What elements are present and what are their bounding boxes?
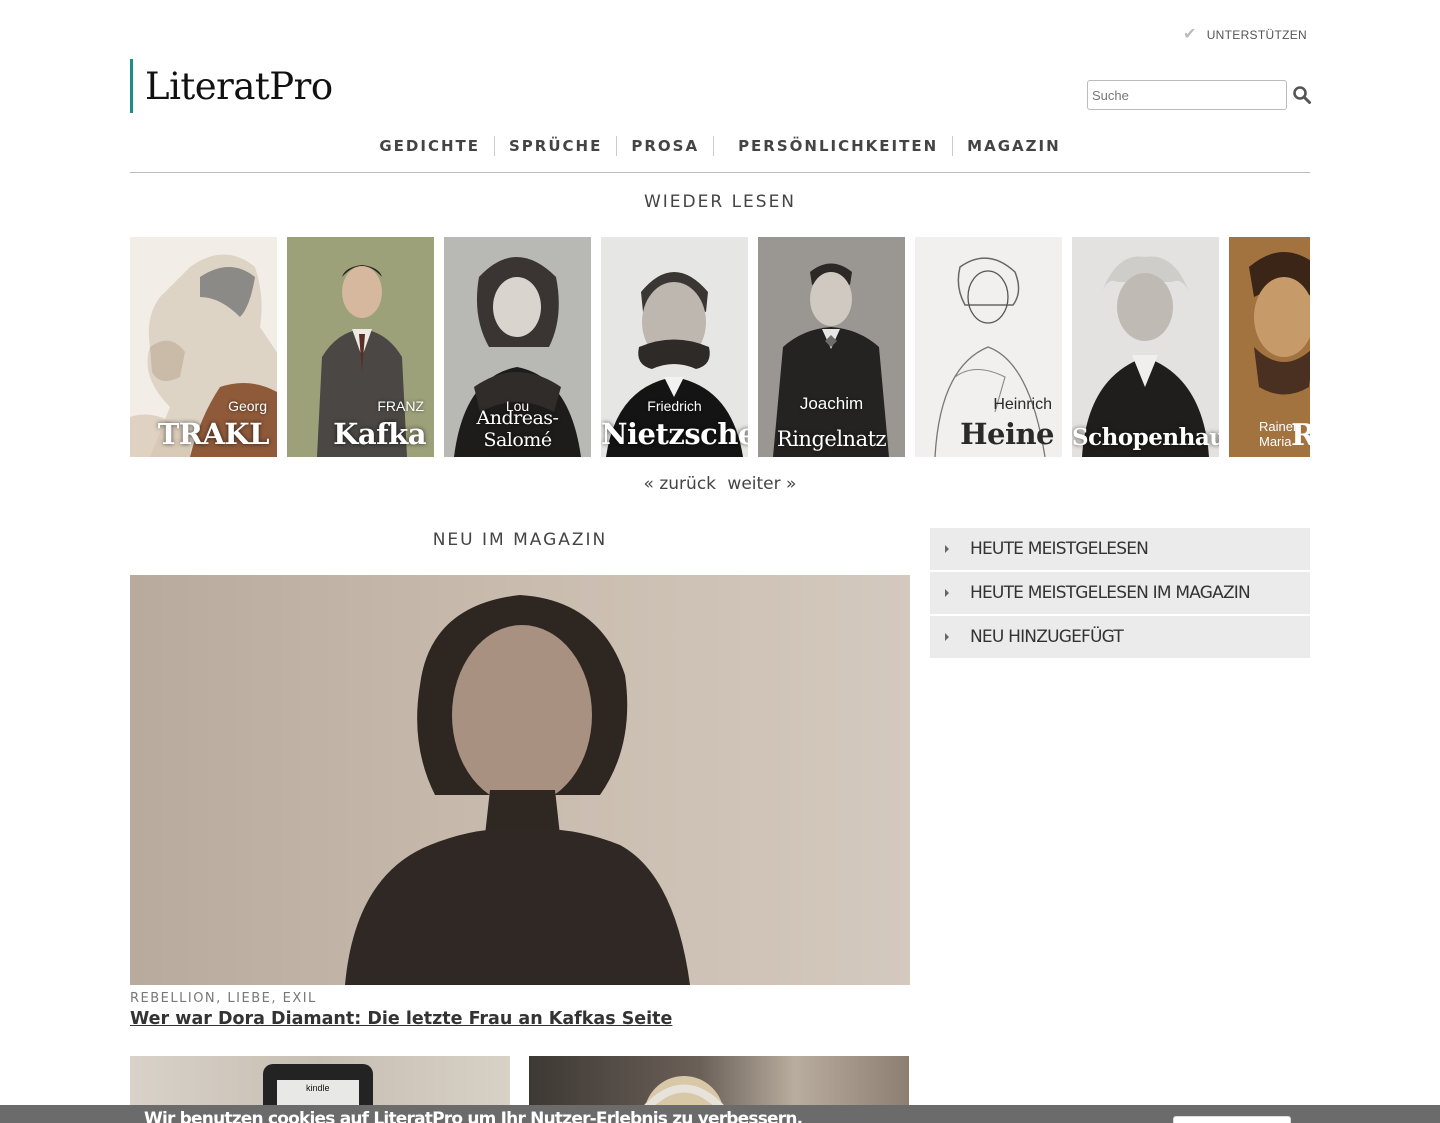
sidebar-item-label: HEUTE MEISTGELESEN IM MAGAZIN (970, 583, 1251, 603)
main-nav: GEDICHTE SPRÜCHE PROSA PERSÖNLICHKEITEN … (0, 136, 1440, 156)
caret-right-icon (945, 633, 949, 641)
nav-magazin[interactable]: MAGAZIN (953, 137, 1074, 155)
author-card-kafka[interactable]: FRANZ Kafka (287, 237, 434, 457)
carousel-prev-button[interactable]: « zurück (644, 474, 716, 494)
magazine-title: NEU IM MAGAZIN (432, 530, 608, 550)
author-carousel: Georg TRAKL FRANZ Kafka Lou Andreas-Salo… (130, 237, 1310, 457)
logo-text: LiteratPro (145, 64, 333, 108)
author-first-name: Heinrich (993, 396, 1052, 413)
sidebar: HEUTE MEISTGELESEN HEUTE MEISTGELESEN IM… (930, 528, 1310, 660)
sidebar-item-neu-hinzugefuegt[interactable]: NEU HINZUGEFÜGT (930, 616, 1310, 658)
nav-divider (713, 136, 715, 156)
cookie-accept-button[interactable] (1173, 1116, 1291, 1123)
author-first-name: Georg (228, 398, 267, 414)
kindle-label: kindle (306, 1083, 330, 1093)
sidebar-item-meistgelesen[interactable]: HEUTE MEISTGELESEN (930, 528, 1310, 570)
featured-article-image[interactable] (130, 575, 910, 985)
author-last-name: Heine (960, 417, 1054, 451)
author-last-name: Andreas-Salomé (476, 407, 559, 451)
author-last-name: Kafka (333, 417, 426, 451)
reread-title: WIEDER LESEN (643, 192, 797, 212)
article-tags: REBELLION, LIEBE, EXIL (130, 991, 317, 1006)
author-first-name: Friedrich (647, 398, 702, 414)
support-link[interactable]: ✔ UNTERSTÜTZEN (1183, 27, 1307, 43)
search-form (1087, 80, 1312, 110)
author-first-name: FRANZ (377, 398, 424, 414)
author-card-trakl[interactable]: Georg TRAKL (130, 237, 277, 457)
sidebar-item-meistgelesen-magazin[interactable]: HEUTE MEISTGELESEN IM MAGAZIN (930, 572, 1310, 614)
cookie-banner: Wir benutzen cookies auf LiteratPro um I… (0, 1105, 1440, 1123)
carousel-next-button[interactable]: weiter » (727, 474, 796, 494)
search-input[interactable] (1087, 80, 1287, 110)
cookie-text: Wir benutzen cookies auf LiteratPro um I… (144, 1109, 803, 1123)
sidebar-item-label: HEUTE MEISTGELESEN (970, 539, 1149, 559)
author-card-heine[interactable]: Heinrich Heine (915, 237, 1062, 457)
nav-persoenlichkeiten[interactable]: PERSÖNLICHKEITEN (724, 137, 952, 155)
author-last-name: Nietzsche (601, 417, 748, 451)
caret-right-icon (945, 589, 949, 597)
featured-article-headline[interactable]: Wer war Dora Diamant: Die letzte Frau an… (130, 1009, 672, 1029)
carousel-pager: « zurück weiter » (0, 474, 1440, 494)
ringelnatz-portrait (758, 237, 905, 457)
author-last-name: R (1291, 418, 1310, 453)
author-card-ringelnatz[interactable]: Joachim Ringelnatz (758, 237, 905, 457)
support-label: UNTERSTÜTZEN (1206, 28, 1307, 42)
caret-right-icon (945, 545, 949, 553)
author-last-name: TRAKL (157, 417, 270, 451)
nav-sprueche[interactable]: SPRÜCHE (495, 137, 616, 155)
site-logo[interactable]: LiteratPro (130, 59, 333, 113)
author-last-name: Schopenhauer (1072, 424, 1219, 451)
sidebar-item-label: NEU HINZUGEFÜGT (970, 627, 1124, 647)
author-card-rilke[interactable]: Rainer Maria R (1229, 237, 1310, 457)
search-icon[interactable] (1292, 85, 1312, 105)
author-card-salome[interactable]: Lou Andreas-Salomé (444, 237, 591, 457)
header-divider (130, 172, 1310, 173)
checkmark-icon: ✔ (1183, 26, 1197, 43)
author-first-name: Joachim (799, 394, 864, 413)
author-card-schopenhauer[interactable]: Schopenhauer (1072, 237, 1219, 457)
nav-gedichte[interactable]: GEDICHTE (365, 137, 494, 155)
author-last-name: Ringelnatz (776, 427, 887, 451)
author-card-nietzsche[interactable]: Friedrich Nietzsche (601, 237, 748, 457)
nav-prosa[interactable]: PROSA (617, 137, 713, 155)
